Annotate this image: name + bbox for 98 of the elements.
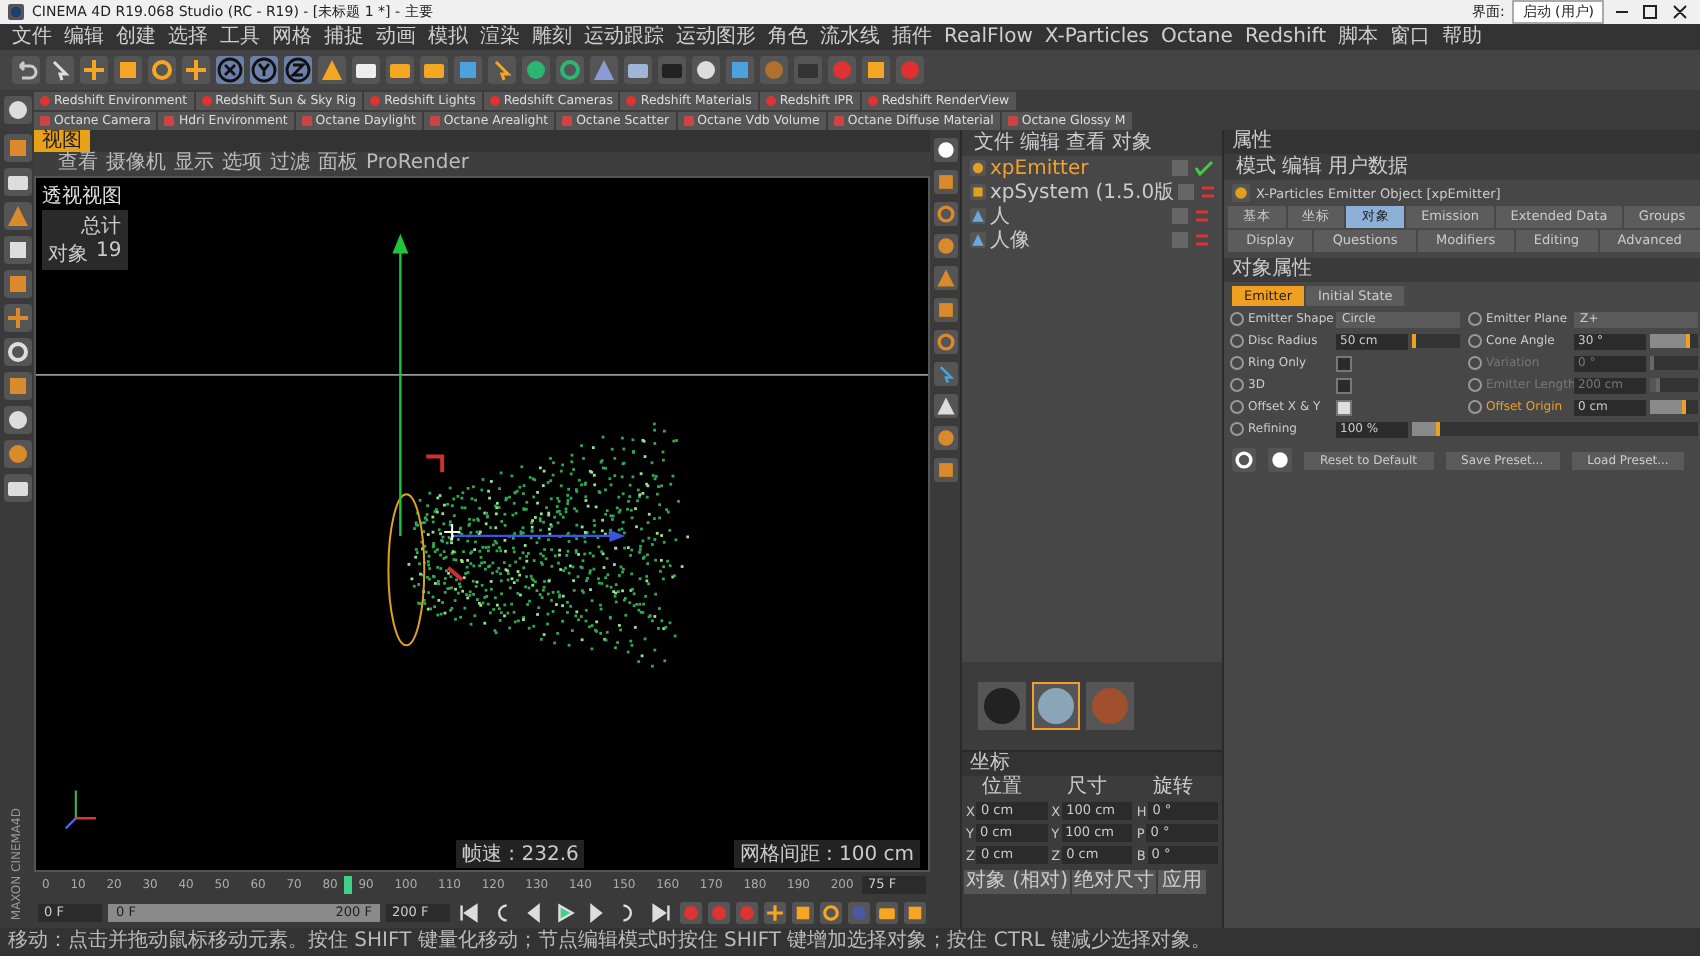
object-row[interactable]: xpSystem (1.5.0版: [962, 180, 1222, 204]
fps-readout: 帧速 : 232.6: [456, 840, 585, 868]
menu-item[interactable]: 脚本: [1334, 25, 1383, 49]
object-row[interactable]: xpEmitter: [962, 156, 1222, 180]
apply-button[interactable]: 应用: [1157, 870, 1206, 894]
column-header: 尺寸: [1065, 776, 1110, 800]
menu-item[interactable]: 用户数据: [1328, 155, 1408, 179]
menu-item[interactable]: 运动图形: [672, 25, 760, 49]
menu-item[interactable]: 编辑: [1020, 131, 1060, 155]
menu-item[interactable]: 面板: [318, 152, 358, 176]
menu-item[interactable]: 文件: [8, 25, 56, 49]
menu-item[interactable]: 角色: [764, 25, 812, 49]
last-frame-icon[interactable]: [648, 899, 674, 925]
object-name: 人像: [990, 228, 1032, 254]
visibility-dots-icon: [1172, 160, 1216, 176]
move-key-icon[interactable]: [764, 901, 786, 923]
column-header: 位置: [980, 776, 1024, 800]
axis-lock-icon[interactable]: [250, 56, 278, 84]
scale-key-icon[interactable]: [792, 901, 814, 923]
viewport-name: 透视视图: [42, 183, 122, 210]
first-frame-icon[interactable]: [456, 899, 482, 925]
menu-item[interactable]: 编辑: [1282, 155, 1322, 179]
menu-item[interactable]: 网格: [268, 25, 316, 49]
scale-icon[interactable]: [114, 56, 142, 84]
object-name: xpSystem (1.5.0版: [990, 180, 1175, 206]
menu-item[interactable]: 运动跟踪: [580, 25, 668, 49]
object-row[interactable]: 人像: [962, 228, 1222, 252]
panel-title: 属性: [1224, 130, 1700, 154]
record-icon[interactable]: [680, 901, 702, 923]
material-swatch[interactable]: [978, 682, 1026, 730]
menu-item[interactable]: X-Particles: [1040, 25, 1154, 49]
move-icon[interactable]: [80, 56, 108, 84]
menu-item[interactable]: 捕捉: [320, 25, 368, 49]
menu-item[interactable]: Redshift: [1240, 25, 1331, 49]
viewport-tab[interactable]: 视图: [34, 130, 90, 152]
menu-item[interactable]: 雕刻: [528, 25, 576, 49]
column-header: 旋转: [1150, 776, 1195, 800]
stats-label: 对象: [48, 241, 88, 268]
slider-fill[interactable]: [1650, 334, 1691, 348]
cube-icon[interactable]: [454, 56, 482, 84]
menu-item[interactable]: 查看: [58, 152, 98, 176]
menu-item[interactable]: RealFlow: [940, 25, 1037, 49]
window-controls-icon: [1612, 4, 1692, 20]
object-name: xpEmitter: [990, 157, 1091, 179]
axis-lock-icon[interactable]: [284, 56, 312, 84]
menu-item[interactable]: 选择: [164, 25, 212, 49]
object-row[interactable]: 人: [962, 204, 1222, 228]
menu-item[interactable]: 摄像机: [106, 152, 166, 176]
menu-item[interactable]: 模式: [1236, 155, 1276, 179]
menu-item[interactable]: 文件: [974, 131, 1014, 155]
checkbox[interactable]: [1336, 399, 1352, 415]
mode-dropdown[interactable]: 对象 (相对): [964, 870, 1070, 894]
slider-fill[interactable]: [1650, 400, 1686, 414]
axis-lock-icon[interactable]: [216, 56, 244, 84]
grid-spacing-readout: 网格间距 : 100 cm: [733, 840, 920, 868]
object-name: 人: [990, 204, 1012, 230]
material-swatch[interactable]: [1086, 682, 1134, 730]
checkbox[interactable]: [1336, 355, 1352, 371]
stats-value: 19: [96, 240, 122, 266]
menu-item[interactable]: 模拟: [424, 25, 472, 49]
status-bar: 移动：点击并拖动鼠标移动元素。按住 SHIFT 键量化移动；节点编辑模式时按住 SHIFT 键增加选择对象；按住 CTRL 键减少选择对象。: [0, 928, 1700, 956]
menu-item[interactable]: Octane: [1157, 25, 1237, 49]
material-swatch[interactable]: [1032, 682, 1080, 730]
menu-item[interactable]: 窗口: [1386, 25, 1435, 49]
menu-item[interactable]: 编辑: [60, 25, 108, 49]
crosshair-icon[interactable]: [182, 56, 210, 84]
menu-item[interactable]: 创建: [112, 25, 160, 49]
slider-fill[interactable]: [1412, 422, 1441, 436]
axis-gizmo: [64, 789, 97, 830]
size-mode-dropdown[interactable]: 绝对尺寸: [1071, 870, 1156, 894]
checkbox[interactable]: [1336, 377, 1352, 393]
menu-item[interactable]: 对象: [1112, 131, 1152, 155]
menu-item[interactable]: 工具: [216, 25, 264, 49]
cloner-icon[interactable]: [556, 56, 584, 84]
menu-item[interactable]: 渲染: [476, 25, 524, 49]
menu-item[interactable]: 流水线: [816, 25, 884, 49]
menu-item[interactable]: 动画: [372, 25, 420, 49]
rotation-handle: [446, 566, 464, 582]
sphere-icon[interactable]: [522, 56, 550, 84]
playhead[interactable]: [344, 875, 353, 893]
app-icon: [8, 4, 24, 20]
menu-item[interactable]: ProRender: [366, 152, 469, 176]
rotate-icon[interactable]: [148, 56, 176, 84]
menu-item[interactable]: 插件: [888, 25, 936, 49]
viewport[interactable]: 透视视图 总计 对象 19 帧速 : 232.6 网格间距 : 100 cm: [34, 176, 930, 872]
rotate-key-icon[interactable]: [820, 901, 842, 923]
section-header: 对象属性: [1224, 258, 1700, 282]
menu-item[interactable]: 过滤: [270, 152, 310, 176]
menu-item[interactable]: 帮助: [1438, 25, 1487, 49]
pivot-cross: [443, 523, 462, 541]
menu-item[interactable]: 显示: [174, 152, 214, 176]
stats-heading: 总计: [79, 213, 122, 240]
rotation-handle: [426, 454, 445, 473]
pointer-icon[interactable]: [46, 56, 74, 84]
menu-item[interactable]: 选项: [222, 152, 262, 176]
menu-item[interactable]: 查看: [1066, 131, 1106, 155]
panel-title: 坐标: [962, 752, 1222, 776]
undo-icon[interactable]: [12, 56, 40, 84]
